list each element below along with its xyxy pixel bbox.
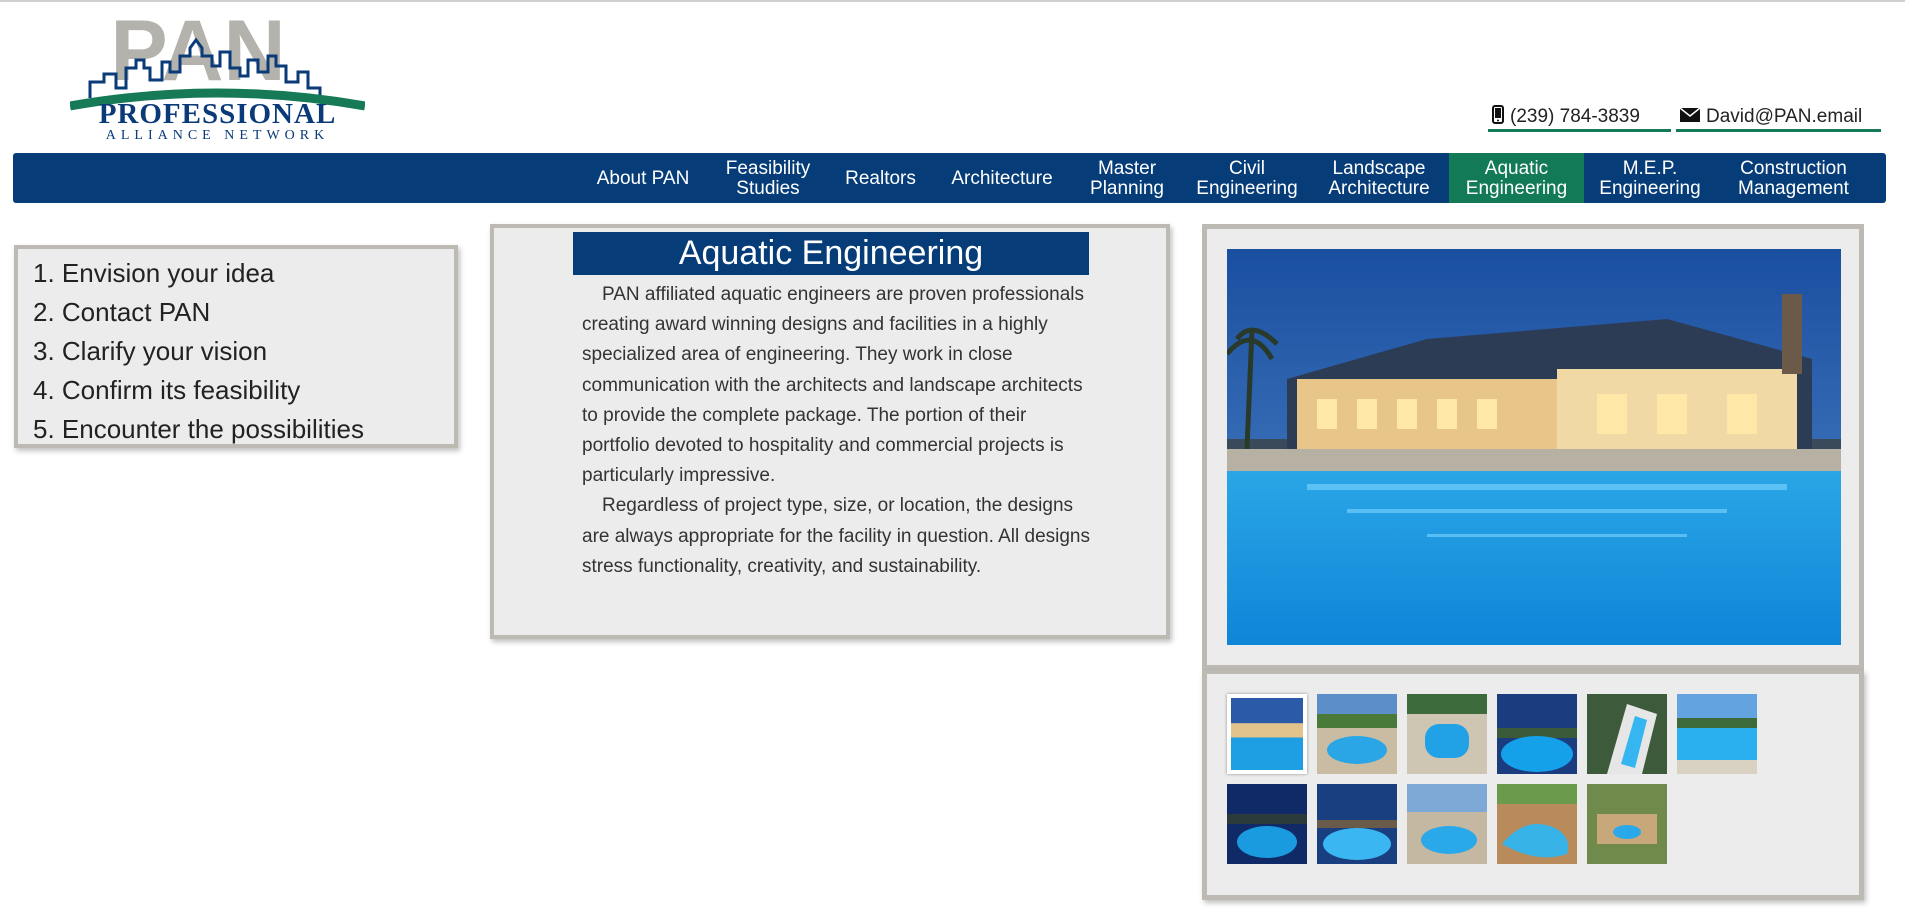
gallery-thumbnail[interactable] (1317, 694, 1397, 774)
gallery-thumbnail[interactable] (1497, 694, 1577, 774)
nav-item-master-planning[interactable]: Master Planning (1071, 153, 1183, 203)
gallery-thumbnail[interactable] (1497, 784, 1577, 864)
phone-contact[interactable]: (239) 784-3839 (1488, 104, 1671, 132)
gallery-thumbnail[interactable] (1677, 694, 1757, 774)
nav-item-civil-engineering[interactable]: Civil Engineering (1183, 153, 1311, 203)
thumbnail-gallery (1202, 670, 1864, 900)
nav-item-feasibility-studies[interactable]: Feasibility Studies (708, 153, 828, 203)
logo-letters: PAN (110, 10, 285, 99)
gallery-thumbnail[interactable] (1317, 784, 1397, 864)
nav-item-mep-engineering[interactable]: M.E.P. Engineering (1584, 153, 1716, 203)
step-item: 1. Envision your idea (33, 258, 275, 288)
pan-logo[interactable]: PAN PROFESSIONAL ALLIANCE NETWORK (70, 10, 365, 143)
email-address: David@PAN.email (1706, 105, 1863, 127)
nav-item-realtors[interactable]: Realtors (828, 153, 933, 203)
logo-line1: PROFESSIONAL (98, 98, 337, 130)
gallery-thumbnail[interactable] (1407, 694, 1487, 774)
email-contact[interactable]: David@PAN.email (1676, 104, 1881, 132)
nav-item-construction-management[interactable]: Construction Management (1716, 153, 1871, 203)
gallery-thumbnail[interactable] (1227, 694, 1307, 774)
step-item: 5. Encounter the possibilities (33, 414, 364, 444)
gallery-thumbnail[interactable] (1587, 694, 1667, 774)
paragraph-2: Regardless of project type, size, or loc… (582, 495, 1090, 577)
gallery-thumbnail[interactable] (1227, 784, 1307, 864)
phone-icon (1492, 104, 1504, 129)
nav-item-about-pan[interactable]: About PAN (578, 153, 708, 203)
page-title: Aquatic Engineering (573, 232, 1089, 275)
step-item: 4. Confirm its feasibility (33, 375, 301, 405)
main-image-panel (1202, 224, 1864, 670)
steps-box: 1. Envision your idea 2. Contact PAN 3. … (14, 245, 458, 448)
step-item: 2. Contact PAN (33, 297, 211, 327)
phone-number: (239) 784-3839 (1510, 105, 1640, 127)
paragraph-1: PAN affiliated aquatic engineers are pro… (582, 284, 1084, 487)
nav-item-landscape-architecture[interactable]: Landscape Architecture (1311, 153, 1447, 203)
main-nav: About PAN Feasibility Studies Realtors Ar… (13, 153, 1886, 203)
content-card: Aquatic Engineering PAN affiliated aquat… (490, 224, 1170, 639)
gallery-thumbnail[interactable] (1407, 784, 1487, 864)
step-item: 3. Clarify your vision (33, 336, 268, 366)
nav-item-architecture[interactable]: Architecture (933, 153, 1071, 203)
logo-line2: ALLIANCE NETWORK (105, 128, 330, 143)
main-pool-image (1227, 249, 1841, 645)
envelope-icon (1679, 106, 1701, 127)
gallery-thumbnail[interactable] (1587, 784, 1667, 864)
content-body: PAN affiliated aquatic engineers are pro… (582, 280, 1092, 582)
nav-item-aquatic-engineering[interactable]: Aquatic Engineering (1449, 153, 1584, 203)
